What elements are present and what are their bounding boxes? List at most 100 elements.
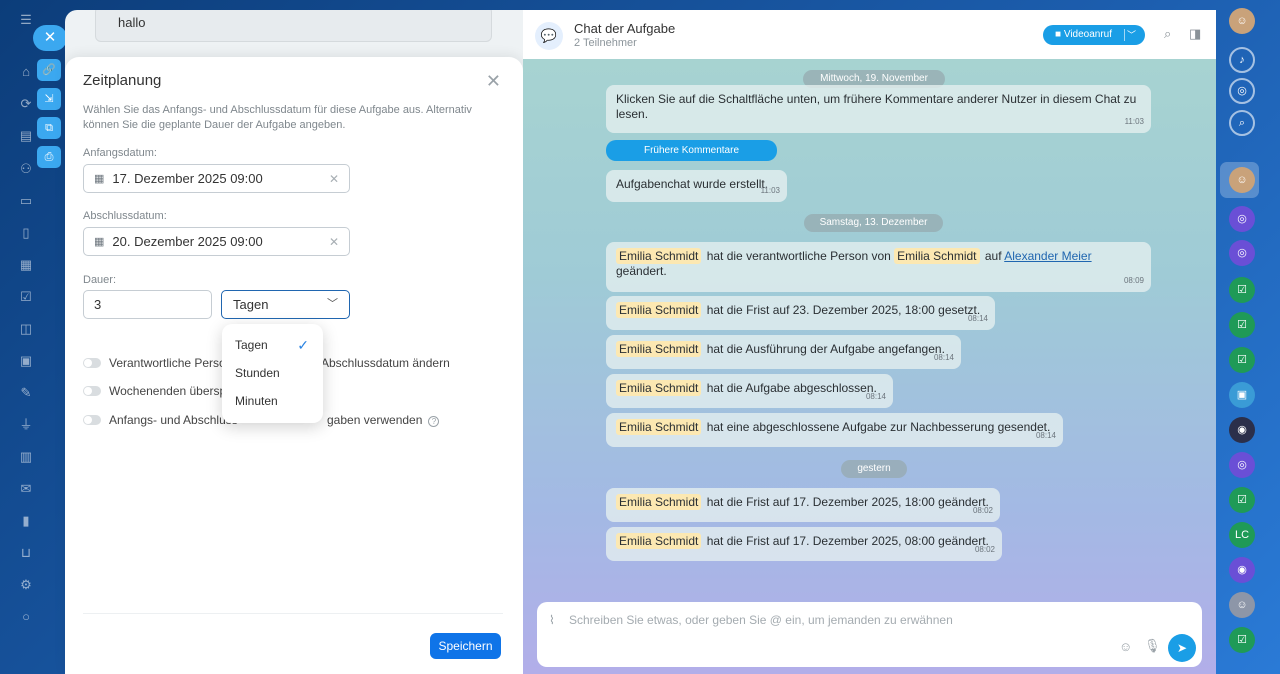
drive-icon[interactable]: ▭	[17, 192, 35, 210]
filter-icon[interactable]: ⏚	[17, 416, 35, 434]
mail-icon[interactable]: ✉	[17, 480, 35, 498]
document-icon[interactable]: ▤	[17, 127, 35, 145]
composer-placeholder[interactable]: Schreiben Sie etwas, oder geben Sie @ ei…	[569, 613, 953, 627]
user-initials-avatar[interactable]: LC	[1229, 522, 1255, 548]
toggle-switch[interactable]	[83, 358, 101, 368]
toggle-skip-weekends[interactable]: Wochenenden überspri	[83, 384, 233, 398]
tasks-icon[interactable]: ☑	[17, 288, 35, 306]
user-link[interactable]: Alexander Meier	[1004, 249, 1091, 263]
earlier-comments-button[interactable]: Frühere Kommentare	[606, 140, 777, 161]
task-chat-icon[interactable]: ☑	[1229, 347, 1255, 373]
chat-avatar[interactable]: ◎	[1229, 206, 1255, 232]
board-icon[interactable]: ▦	[17, 256, 35, 274]
more-icon[interactable]: ○	[17, 608, 35, 626]
chat-avatar[interactable]: ▣	[1229, 382, 1255, 408]
chat-message: Aufgabenchat wurde erstellt. 11:03	[606, 170, 787, 202]
calendar-rail-icon[interactable]: ▣	[17, 352, 35, 370]
user-mention[interactable]: Emilia Schmidt	[616, 302, 702, 318]
toggle-switch[interactable]	[83, 386, 101, 396]
chat-rail-icon[interactable]: ◫	[17, 320, 35, 338]
feed-icon[interactable]: ⟳	[17, 95, 35, 113]
chevron-down-icon: ﹀	[327, 298, 338, 310]
contacts-icon[interactable]: ⚇	[17, 160, 35, 178]
close-icon[interactable]: ✕	[486, 71, 501, 92]
message-composer[interactable]: ⌇ Schreiben Sie etwas, oder geben Sie @ …	[537, 602, 1202, 667]
message-text: Klicken Sie auf die Schaltfläche unten, …	[616, 92, 1137, 121]
shop-icon[interactable]: ▥	[17, 448, 35, 466]
send-button[interactable]: ➤	[1168, 634, 1196, 662]
end-date-field[interactable]: ▦ 20. Dezember 2025 09:00 ✕	[83, 227, 350, 256]
message-time: 08:14	[933, 353, 954, 362]
chat-avatar[interactable]: ◉	[1229, 557, 1255, 583]
clear-start-icon[interactable]: ✕	[329, 172, 339, 186]
mic-icon[interactable]: 🎙	[1144, 638, 1161, 654]
chat-avatar[interactable]: ☺	[1229, 592, 1255, 618]
clear-end-icon[interactable]: ✕	[329, 235, 339, 249]
toggle-3-label-end-text: gaben verwenden	[327, 413, 423, 427]
dropdown-option[interactable]: Stunden	[222, 359, 323, 387]
analytics-icon[interactable]: ▮	[17, 512, 35, 530]
info-icon[interactable]: ?	[428, 416, 440, 427]
emoji-icon[interactable]: ☺	[1119, 639, 1132, 654]
separator	[1124, 29, 1125, 41]
toggle-1-label-end: Abschlussdatum ändern	[321, 356, 450, 370]
video-icon: ■	[1055, 29, 1062, 40]
cart-icon[interactable]: ⊔	[17, 544, 35, 562]
close-panel-button[interactable]: ✕	[33, 25, 67, 51]
user-mention[interactable]: Emilia Schmidt	[616, 341, 702, 357]
chevron-down-icon[interactable]: ﹀	[1127, 25, 1136, 45]
link-icon: 🔗	[42, 64, 56, 76]
open-external-button[interactable]: ⧉	[37, 117, 61, 139]
user-avatar[interactable]: ☺	[1229, 8, 1255, 34]
task-chat-icon[interactable]: ☑	[1229, 627, 1255, 653]
task-chat-icon[interactable]: ☑	[1229, 277, 1255, 303]
activity-icon[interactable]: ◎	[1229, 78, 1255, 104]
chat-avatar[interactable]: ◉	[1229, 417, 1255, 443]
notifications-icon[interactable]: ♪	[1229, 47, 1255, 73]
copy-link-button[interactable]: 🔗	[37, 59, 61, 81]
task-chat: 💬 Chat der Aufgabe 2 Teilnehmer ■ Videoa…	[523, 10, 1216, 674]
video-call-button[interactable]: ■ Videoanruf ﹀	[1043, 25, 1145, 45]
chat-message: Klicken Sie auf die Schaltfläche unten, …	[606, 85, 1151, 133]
pen-icon[interactable]: ✎	[17, 384, 35, 402]
chat-avatar[interactable]: ◎	[1229, 240, 1255, 266]
print-button[interactable]: ⎙	[37, 146, 61, 168]
user-mention[interactable]: Emilia Schmidt	[616, 380, 702, 396]
user-mention[interactable]: Emilia Schmidt	[616, 248, 702, 264]
chat-avatar[interactable]: ◎	[1229, 452, 1255, 478]
modal-title: Zeitplanung	[83, 72, 162, 89]
toggle-switch[interactable]	[83, 415, 101, 425]
duration-unit-value: Tagen	[233, 297, 269, 312]
home-icon[interactable]: ⌂	[17, 63, 35, 81]
user-mention[interactable]: Emilia Schmidt	[894, 248, 980, 264]
toggle-use-dates[interactable]: Anfangs- und Abschluss	[83, 413, 238, 427]
start-date-field[interactable]: ▦ 17. Dezember 2025 09:00 ✕	[83, 164, 350, 193]
user-mention[interactable]: Emilia Schmidt	[616, 419, 702, 435]
sidebar-toggle-icon[interactable]: ◨	[1189, 26, 1201, 42]
dropdown-option[interactable]: Tagen ✓	[222, 331, 323, 359]
task-chat-icon[interactable]: ☑	[1229, 487, 1255, 513]
message-text: hat die Frist auf 17. Dezember 2025, 18:…	[706, 495, 989, 509]
settings-icon[interactable]: ⚙	[17, 576, 35, 594]
start-date-label: Anfangsdatum:	[83, 147, 157, 159]
duration-input[interactable]: 3	[83, 290, 212, 319]
duration-unit-select[interactable]: Tagen ﹀	[221, 290, 350, 319]
search-icon[interactable]: ⌕	[1164, 26, 1171, 42]
user-mention[interactable]: Emilia Schmidt	[616, 494, 702, 510]
option-label: Tagen	[235, 338, 268, 352]
chat-subtitle[interactable]: 2 Teilnehmer	[574, 37, 637, 49]
start-date-value: 17. Dezember 2025 09:00	[112, 171, 263, 186]
dropdown-option[interactable]: Minuten	[222, 387, 323, 415]
menu-icon[interactable]: ☰	[17, 11, 35, 29]
save-button[interactable]: Speichern	[430, 633, 501, 659]
task-chat-icon[interactable]: ☑	[1229, 312, 1255, 338]
user-mention[interactable]: Emilia Schmidt	[616, 533, 702, 549]
search-rail-icon[interactable]: ⌕	[1229, 110, 1255, 136]
modal-description: Wählen Sie das Anfangs- und Abschlussdat…	[83, 104, 472, 131]
toggle-responsible-change[interactable]: Verantwortliche Person	[83, 356, 232, 370]
download-button[interactable]: ⇲	[37, 88, 61, 110]
toggle-3-label: Anfangs- und Abschluss	[109, 413, 238, 427]
attach-icon[interactable]: ⌇	[549, 613, 555, 627]
file-icon[interactable]: ▯	[17, 224, 35, 242]
chat-avatar[interactable]: ☺	[1229, 167, 1255, 193]
